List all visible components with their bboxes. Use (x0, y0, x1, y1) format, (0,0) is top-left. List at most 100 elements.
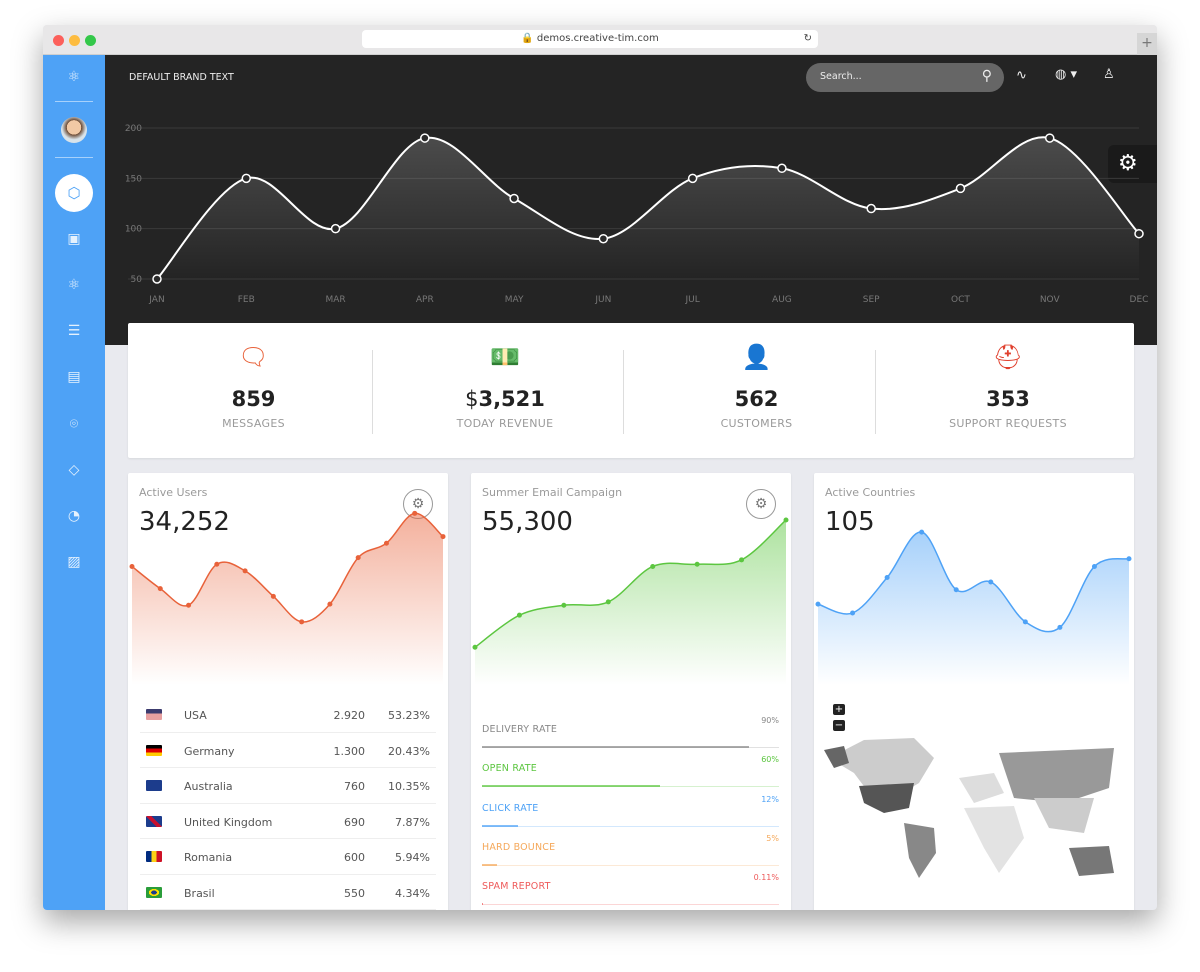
table-row[interactable]: United Kingdom 690 7.87% (140, 804, 436, 839)
sidebar-item-document[interactable]: ▤ (62, 365, 86, 389)
settings-gear-button[interactable]: ⚙ (746, 489, 776, 519)
divider (874, 350, 876, 434)
country-name: Germany (184, 744, 235, 758)
progress-label: HARD BOUNCE (482, 841, 556, 853)
data-point[interactable] (1044, 133, 1055, 143)
x-tick-label: DEC (1130, 295, 1149, 305)
x-tick-label: AUG (772, 295, 792, 305)
x-tick-label: JAN (148, 295, 164, 305)
data-point[interactable] (241, 173, 252, 184)
x-tick-label: FEB (238, 295, 255, 305)
sidebar-item-pie-chart[interactable]: ◔ (62, 504, 86, 528)
data-point[interactable] (1134, 228, 1144, 239)
divider (623, 350, 624, 434)
progress-label: CLICK RATE (482, 802, 539, 814)
card-value: 55,300 (482, 507, 573, 537)
data-point[interactable] (955, 183, 966, 194)
progress-value: 0.11% (753, 873, 779, 883)
progress-fill (482, 903, 483, 906)
x-tick-label: SEP (863, 295, 880, 305)
progress-value: 5% (766, 833, 779, 843)
progress-label: DELIVERY RATE (482, 724, 558, 735)
progress-label: OPEN RATE (482, 763, 537, 775)
flag-icon (146, 815, 162, 827)
data-point[interactable] (687, 173, 698, 184)
flag-icon (146, 886, 162, 898)
data-point[interactable] (777, 163, 787, 174)
progress-value: 60% (761, 755, 779, 765)
flag-icon (146, 851, 162, 862)
data-point[interactable] (509, 193, 519, 204)
country-count: 550 (344, 886, 365, 900)
map-russia-asia[interactable] (999, 748, 1114, 803)
country-name: Australia (184, 780, 233, 793)
country-percent: 20.43% (388, 744, 430, 758)
sidebar-item-map-pin[interactable]: ⌾ (62, 412, 86, 436)
map-asia[interactable] (1034, 798, 1094, 833)
table-row[interactable]: USA 2.920 53.23% (140, 697, 436, 733)
settings-gear-button[interactable]: ⚙ (403, 489, 433, 519)
card-value: 34,252 (139, 507, 230, 537)
stat-label: MESSAGES (222, 417, 285, 430)
country-percent: 5.94% (395, 851, 430, 864)
stat-today-revenue: 💵 $3,521 TODAY REVENUE (380, 343, 631, 430)
x-tick-label: JUL (685, 295, 700, 305)
country-count: 2.920 (333, 709, 366, 722)
map-australia[interactable] (1069, 846, 1114, 876)
browser-window: 🔒 demos.creative-tim.com ↻ + ⚛ ⬡ ▣ ⚛ ☰ ▤ … (43, 25, 1157, 910)
progress-value: 12% (761, 794, 779, 804)
data-point[interactable] (866, 203, 876, 214)
country-percent: 7.87% (395, 815, 430, 829)
country-name: Brasil (184, 886, 215, 900)
active-users-card: Active Users 34,252 ⚙ USA 2.920 53.23% G… (128, 473, 448, 910)
data-point[interactable] (152, 274, 162, 284)
stat-support-requests: ⛑ 353 SUPPORT REQUESTS (883, 343, 1134, 430)
progress-track (482, 825, 779, 827)
stat-value: 859 (128, 387, 379, 411)
stat-label: TODAY REVENUE (456, 417, 554, 430)
flag-icon (146, 744, 162, 756)
country-percent: 10.35% (388, 780, 430, 793)
map-europe[interactable] (959, 773, 1004, 803)
sidebar-item-gallery[interactable]: ▨ (62, 550, 86, 574)
map-africa[interactable] (964, 806, 1024, 873)
stat-number: 353 (986, 387, 1030, 411)
y-tick-label: 50 (131, 275, 143, 285)
stat-number: 3,521 (478, 387, 545, 411)
progress-fill (482, 824, 518, 827)
map-usa[interactable] (859, 783, 914, 813)
stat-value: 353 (883, 387, 1134, 411)
map-zoom-in-button[interactable]: + (833, 704, 845, 715)
table-row[interactable]: Australia 760 10.35% (140, 768, 436, 804)
gear-icon: ⚙ (754, 496, 768, 512)
map-south-america[interactable] (904, 823, 936, 878)
progress-fill (482, 746, 750, 748)
table-row[interactable]: Brasil 550 4.34% (140, 875, 436, 910)
stat-number: 859 (231, 387, 276, 411)
country-percent: 4.34% (395, 886, 430, 900)
data-point[interactable] (598, 233, 609, 244)
world-map[interactable] (824, 728, 1124, 888)
email-campaign-card: Summer Email Campaign 55,300 ⚙ DELIVERY … (471, 473, 791, 910)
x-tick-label: MAY (505, 295, 524, 305)
active-countries-card: Active Countries 105 + − (814, 473, 1134, 910)
country-percent: 53.23% (388, 709, 430, 722)
sidebar-item-diamond[interactable]: ◇ (62, 458, 86, 482)
chat-bubble-icon: 🗨 (238, 343, 269, 371)
table-row[interactable]: Germany 1.300 20.43% (140, 733, 436, 768)
stat-customers: 👤 562 CUSTOMERS (631, 343, 882, 430)
country-name: USA (184, 709, 207, 722)
money-icon: 💵 (490, 343, 520, 371)
data-point[interactable] (330, 223, 341, 234)
progress-track (482, 904, 779, 906)
x-tick-label: JUN (594, 295, 611, 305)
card-value: 105 (825, 507, 875, 537)
data-point[interactable] (420, 133, 430, 143)
table-row[interactable]: Romania 600 5.94% (140, 839, 436, 875)
country-name: United Kingdom (184, 815, 273, 829)
x-tick-label: NOV (1040, 295, 1061, 305)
country-count: 600 (344, 851, 365, 864)
country-name: Romania (184, 851, 233, 864)
lifebuoy-icon: ⛑ (992, 343, 1024, 371)
progress-label: SPAM REPORT (482, 881, 551, 893)
